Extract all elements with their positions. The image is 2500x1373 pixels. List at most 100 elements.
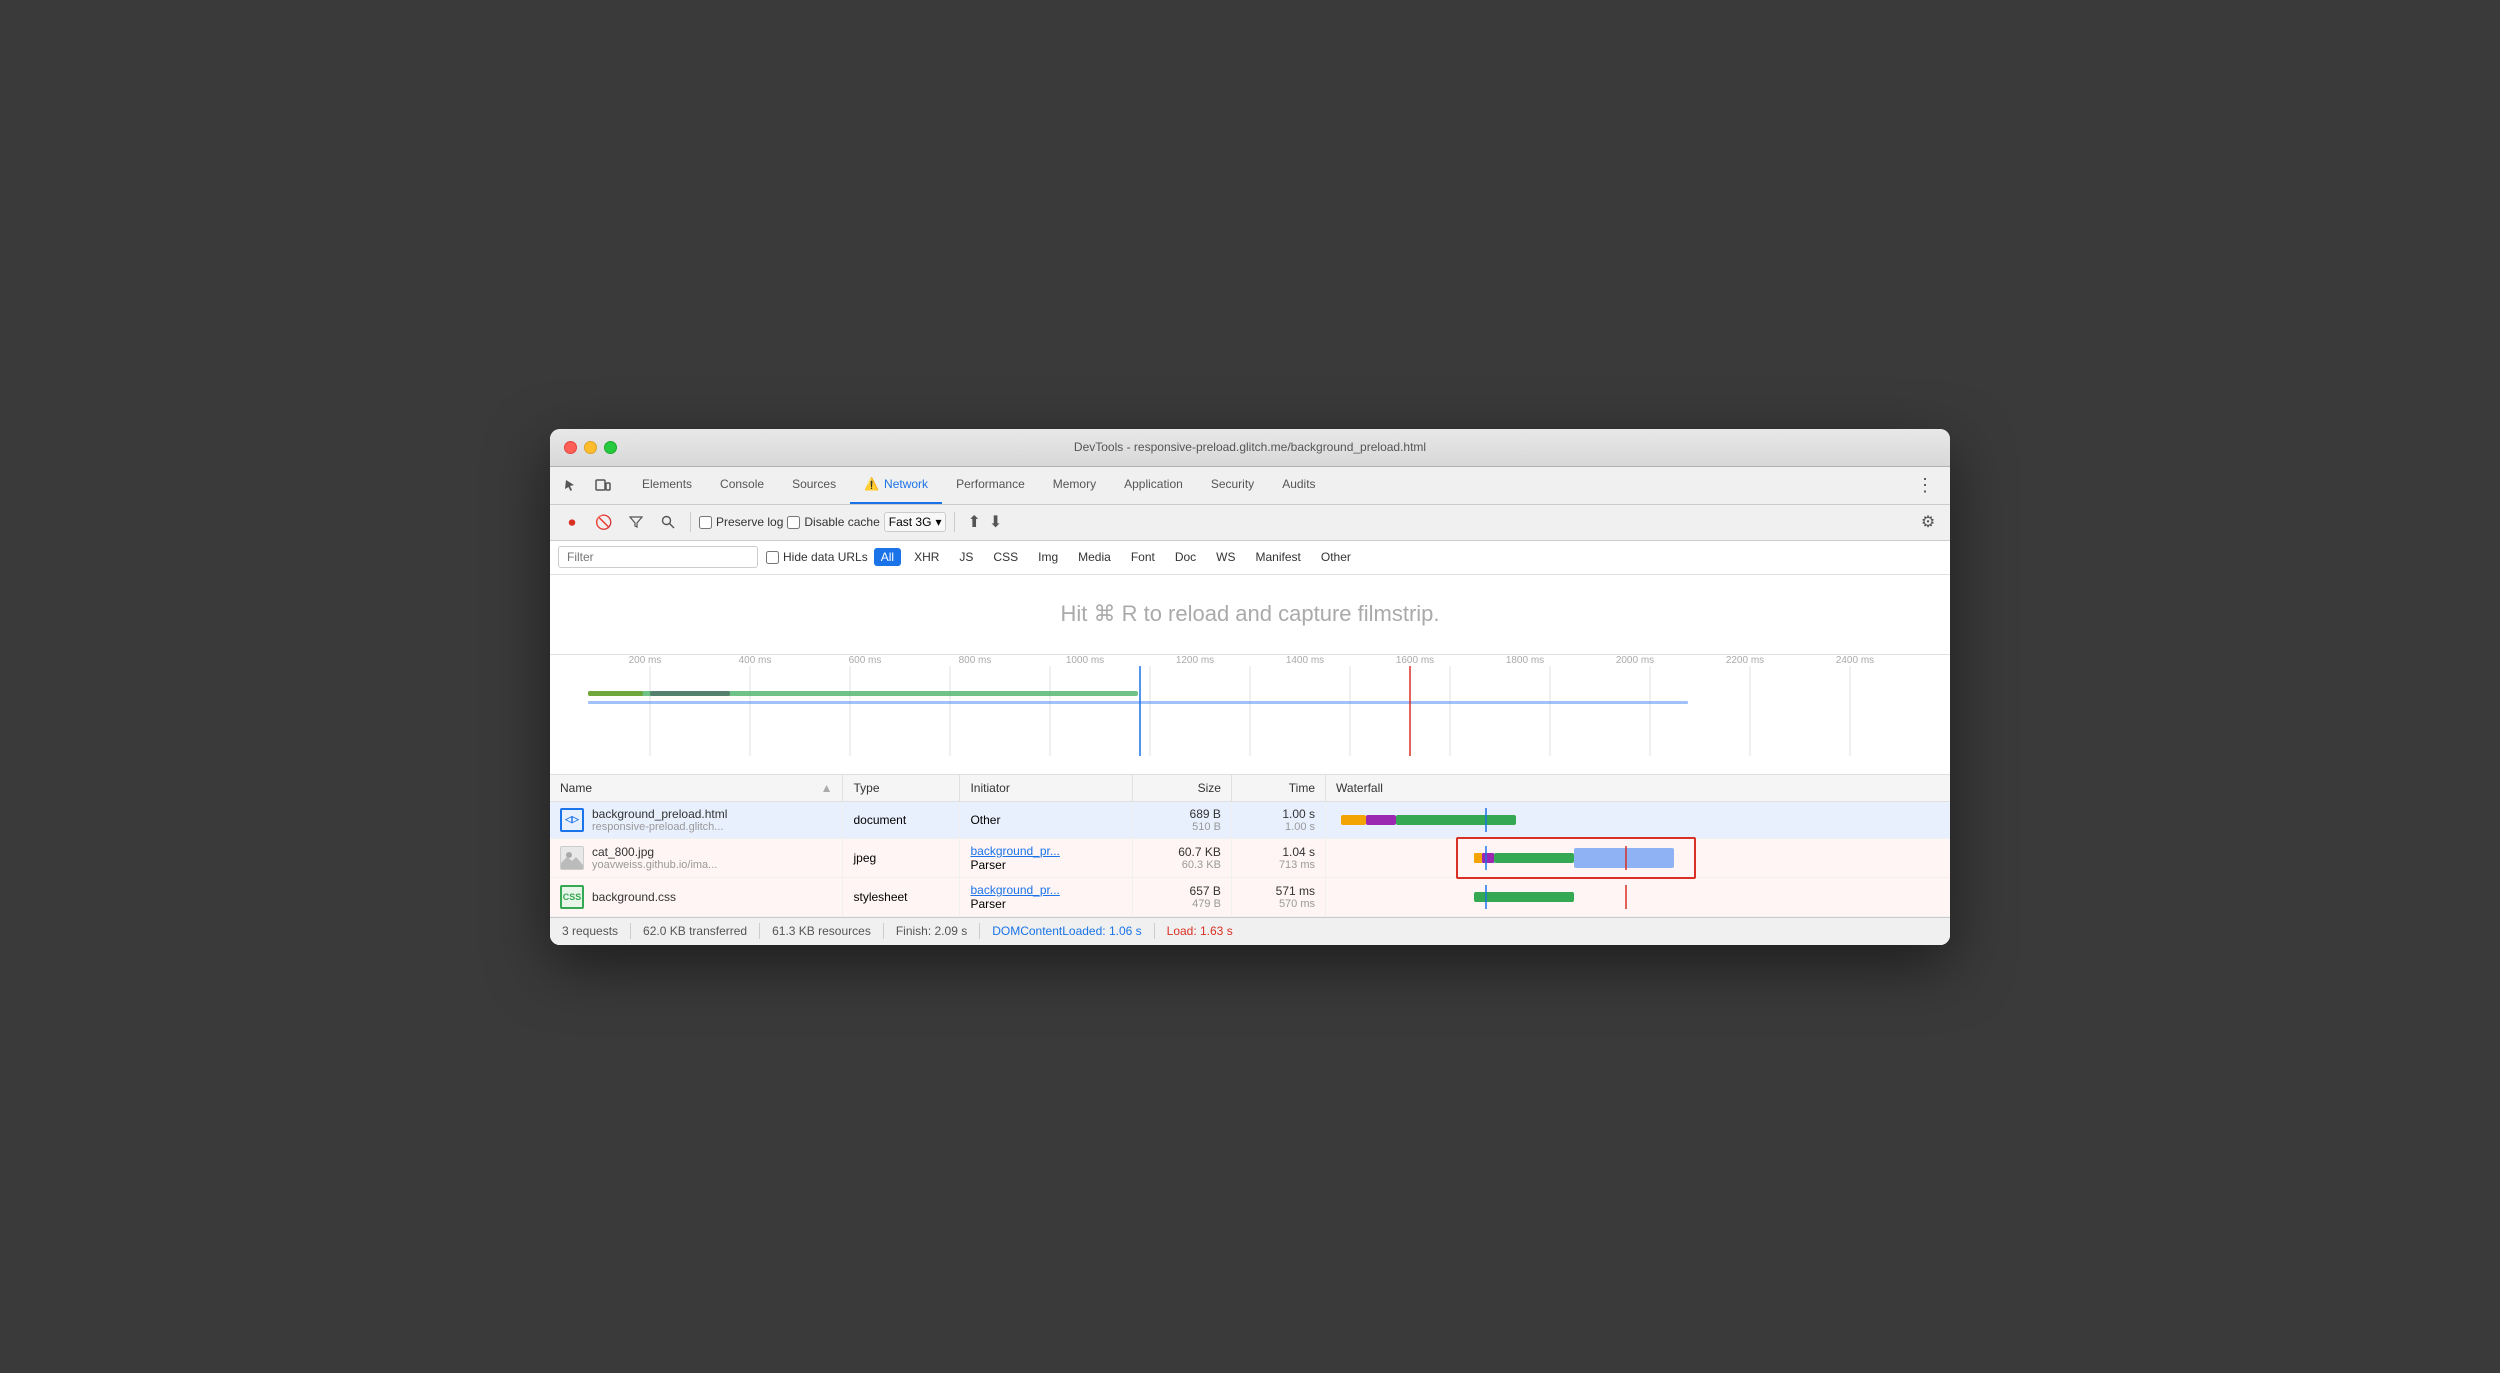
filter-input[interactable]: [558, 546, 758, 568]
close-button[interactable]: [564, 441, 577, 454]
cursor-icon[interactable]: [558, 472, 584, 498]
preserve-log-input[interactable]: [699, 516, 712, 529]
more-tabs-button[interactable]: ⋮: [1908, 475, 1942, 496]
tab-elements[interactable]: Elements: [628, 466, 706, 504]
file-icon-css: CSS: [560, 885, 584, 909]
table-header-row: Name ▲ Type Initiator Size Time Waterfal…: [550, 775, 1950, 802]
filter-type-other[interactable]: Other: [1314, 548, 1358, 566]
status-load: Load: 1.63 s: [1167, 924, 1233, 938]
filter-row: Hide data URLs All XHR JS CSS Img Media …: [550, 541, 1950, 575]
col-header-size[interactable]: Size: [1132, 775, 1231, 802]
toolbar-divider-2: [954, 512, 955, 532]
chevron-down-icon: ▾: [935, 515, 941, 529]
filter-type-xhr[interactable]: XHR: [907, 548, 946, 566]
timeline-ruler: 200 ms 400 ms 600 ms 800 ms 1000 ms 1200…: [550, 655, 1950, 666]
col-header-waterfall[interactable]: Waterfall: [1326, 775, 1950, 802]
status-transferred: 62.0 KB transferred: [643, 924, 747, 938]
ruler-label-10: 2200 ms: [1690, 655, 1800, 666]
table-row[interactable]: cat_800.jpg yoavweiss.github.io/ima... j…: [550, 838, 1950, 877]
file-icon-html: ◁▷: [560, 808, 584, 832]
col-header-time[interactable]: Time: [1231, 775, 1325, 802]
tab-memory[interactable]: Memory: [1039, 466, 1110, 504]
clear-button[interactable]: 🚫: [590, 508, 618, 536]
ruler-label-8: 1800 ms: [1470, 655, 1580, 666]
status-requests: 3 requests: [562, 924, 618, 938]
name-cell: cat_800.jpg yoavweiss.github.io/ima...: [550, 838, 843, 877]
timeline-area: 200 ms 400 ms 600 ms 800 ms 1000 ms 1200…: [550, 655, 1950, 775]
device-mode-icon[interactable]: [590, 472, 616, 498]
size-cell: 657 B 479 B: [1132, 877, 1231, 916]
filter-type-js[interactable]: JS: [952, 548, 980, 566]
disable-cache-input[interactable]: [787, 516, 800, 529]
status-finish: Finish: 2.09 s: [896, 924, 967, 938]
download-button[interactable]: ⬇: [989, 512, 1002, 532]
hide-data-urls-checkbox[interactable]: Hide data URLs: [766, 550, 868, 564]
maximize-button[interactable]: [604, 441, 617, 454]
tab-performance[interactable]: Performance: [942, 466, 1039, 504]
tab-application[interactable]: Application: [1110, 466, 1197, 504]
timeline-svg: [550, 666, 1950, 756]
settings-button[interactable]: ⚙: [1914, 508, 1942, 536]
col-header-type[interactable]: Type: [843, 775, 960, 802]
status-dom-loaded: DOMContentLoaded: 1.06 s: [992, 924, 1141, 938]
ruler-label-6: 1400 ms: [1250, 655, 1360, 666]
toolbar-row: ⏺ 🚫 Preserve log Disable cache: [550, 505, 1950, 541]
preserve-log-checkbox[interactable]: Preserve log: [699, 515, 783, 529]
tab-console[interactable]: Console: [706, 466, 778, 504]
hide-data-urls-input[interactable]: [766, 551, 779, 564]
waterfall-cell: [1326, 801, 1950, 838]
col-header-name[interactable]: Name ▲: [550, 775, 843, 802]
initiator-link[interactable]: background_pr...: [970, 883, 1059, 897]
search-button[interactable]: [654, 508, 682, 536]
requests-table-container: Name ▲ Type Initiator Size Time Waterfal…: [550, 775, 1950, 917]
tab-security[interactable]: Security: [1197, 466, 1268, 504]
filter-type-media[interactable]: Media: [1071, 548, 1118, 566]
tab-audits[interactable]: Audits: [1268, 466, 1329, 504]
waterfall-svg-row1: [1336, 808, 1716, 832]
minimize-button[interactable]: [584, 441, 597, 454]
table-row[interactable]: ◁▷ background_preload.html responsive-pr…: [550, 801, 1950, 838]
table-row[interactable]: CSS background.css stylesheet background…: [550, 877, 1950, 916]
time-cell: 1.00 s 1.00 s: [1231, 801, 1325, 838]
status-divider-2: [759, 923, 760, 939]
col-header-initiator[interactable]: Initiator: [960, 775, 1132, 802]
status-divider-1: [630, 923, 631, 939]
filter-options: Hide data URLs All XHR JS CSS Img Media …: [766, 548, 1358, 566]
tabs-row: Elements Console Sources ⚠️ Network Perf…: [550, 467, 1950, 505]
status-divider-4: [979, 923, 980, 939]
file-names: background.css: [592, 890, 676, 904]
file-names: cat_800.jpg yoavweiss.github.io/ima...: [592, 845, 717, 871]
name-cell: ◁▷ background_preload.html responsive-pr…: [550, 801, 843, 838]
initiator-cell: background_pr... Parser: [960, 877, 1132, 916]
initiator-link[interactable]: background_pr...: [970, 844, 1059, 858]
tab-sources[interactable]: Sources: [778, 466, 850, 504]
tabs: Elements Console Sources ⚠️ Network Perf…: [628, 466, 1908, 504]
size-cell: 60.7 KB 60.3 KB: [1132, 838, 1231, 877]
filter-type-doc[interactable]: Doc: [1168, 548, 1203, 566]
filter-icon[interactable]: [622, 508, 650, 536]
type-cell: document: [843, 801, 960, 838]
record-button[interactable]: ⏺: [558, 508, 586, 536]
initiator-cell: background_pr... Parser: [960, 838, 1132, 877]
ruler-label-4: 1000 ms: [1030, 655, 1140, 666]
upload-button[interactable]: ⬆: [967, 512, 980, 532]
status-divider-5: [1154, 923, 1155, 939]
window-title: DevTools - responsive-preload.glitch.me/…: [1074, 440, 1426, 454]
filter-type-manifest[interactable]: Manifest: [1249, 548, 1308, 566]
devtools-window: DevTools - responsive-preload.glitch.me/…: [550, 429, 1950, 945]
disable-cache-checkbox[interactable]: Disable cache: [787, 515, 879, 529]
filter-type-all[interactable]: All: [874, 548, 901, 566]
ruler-label-5: 1200 ms: [1140, 655, 1250, 666]
filter-type-font[interactable]: Font: [1124, 548, 1162, 566]
time-cell: 571 ms 570 ms: [1231, 877, 1325, 916]
filter-type-css[interactable]: CSS: [986, 548, 1025, 566]
waterfall-svg-row2: [1336, 846, 1716, 870]
filter-type-img[interactable]: Img: [1031, 548, 1065, 566]
upload-download: ⬆ ⬇: [967, 512, 1002, 532]
throttle-select[interactable]: Fast 3G ▾: [884, 512, 947, 532]
tab-network[interactable]: ⚠️ Network: [850, 466, 942, 504]
ruler-label-1: 400 ms: [700, 655, 810, 666]
status-bar: 3 requests 62.0 KB transferred 61.3 KB r…: [550, 917, 1950, 945]
title-bar: DevTools - responsive-preload.glitch.me/…: [550, 429, 1950, 467]
filter-type-ws[interactable]: WS: [1209, 548, 1242, 566]
